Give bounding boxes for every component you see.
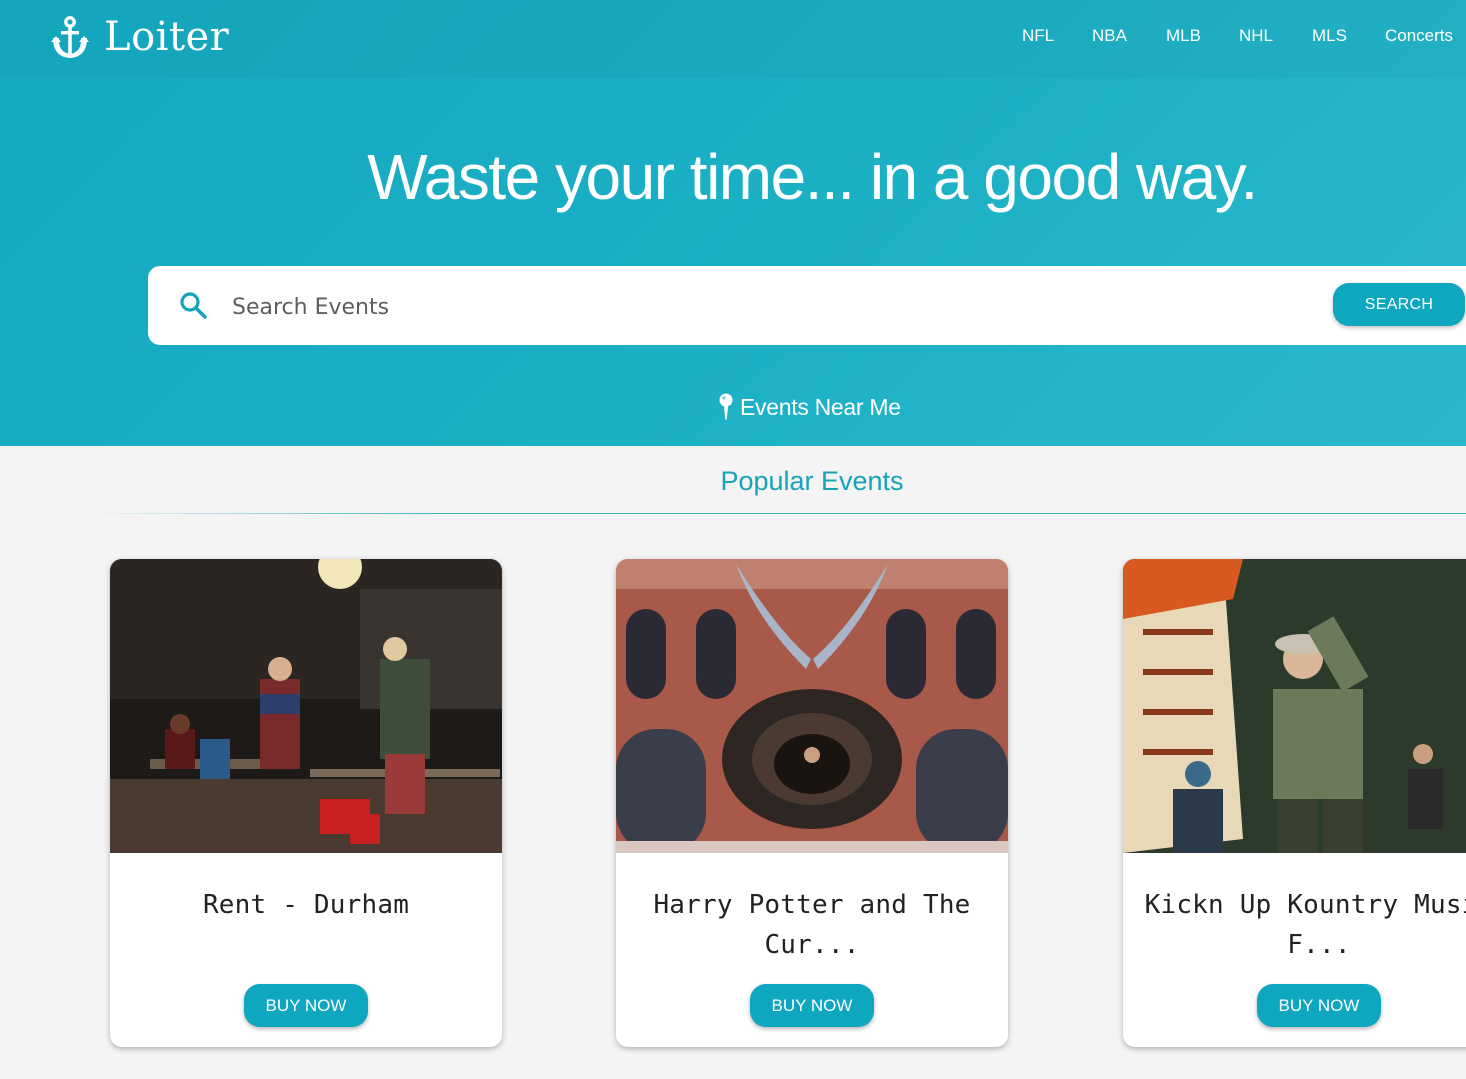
event-image-kountry-music[interactable] <box>1123 559 1466 853</box>
event-image-rent[interactable] <box>110 559 502 853</box>
nav-mls[interactable]: MLS <box>1312 26 1347 46</box>
event-title[interactable]: Kickn Up Kountry Music F... <box>1133 885 1466 965</box>
popular-events-title: Popular Events <box>720 466 904 496</box>
search-icon <box>180 292 207 319</box>
event-title[interactable]: Rent - Durham <box>120 885 492 925</box>
search-input[interactable] <box>230 286 1314 328</box>
hero-headline: Waste your time... in a good way. <box>367 141 1258 213</box>
anchor-icon <box>51 16 89 58</box>
buy-now-button[interactable]: BUY NOW <box>750 984 874 1027</box>
nav-mlb[interactable]: MLB <box>1166 26 1201 46</box>
event-card[interactable]: Rent - Durham BUY NOW <box>110 559 502 1047</box>
nav-concerts[interactable]: Concerts <box>1385 26 1453 46</box>
site-logo[interactable]: Loiter <box>50 14 229 60</box>
event-title[interactable]: Harry Potter and The Cur... <box>626 885 998 965</box>
event-card[interactable]: Harry Potter and The Cur... BUY NOW <box>616 559 1008 1047</box>
nav-nba[interactable]: NBA <box>1092 26 1127 46</box>
hero-banner: Loiter NFL NBA MLB NHL MLS Concerts Wast… <box>0 0 1466 446</box>
event-image-harry-potter[interactable] <box>616 559 1008 853</box>
nav-nhl[interactable]: NHL <box>1239 26 1273 46</box>
events-near-me-link[interactable]: Events Near Me <box>718 393 901 421</box>
nav-nfl[interactable]: NFL <box>1022 26 1054 46</box>
buy-now-button[interactable]: BUY NOW <box>244 984 368 1027</box>
brand-name: Loiter <box>104 14 230 60</box>
section-divider <box>90 513 1466 514</box>
buy-now-button[interactable]: BUY NOW <box>1257 984 1381 1027</box>
map-pin-icon <box>719 393 733 420</box>
event-card[interactable]: Kickn Up Kountry Music F... BUY NOW <box>1123 559 1466 1047</box>
search-bar: SEARCH <box>148 266 1466 345</box>
events-near-me-label: Events Near Me <box>740 393 901 420</box>
search-button[interactable]: SEARCH <box>1333 283 1465 326</box>
